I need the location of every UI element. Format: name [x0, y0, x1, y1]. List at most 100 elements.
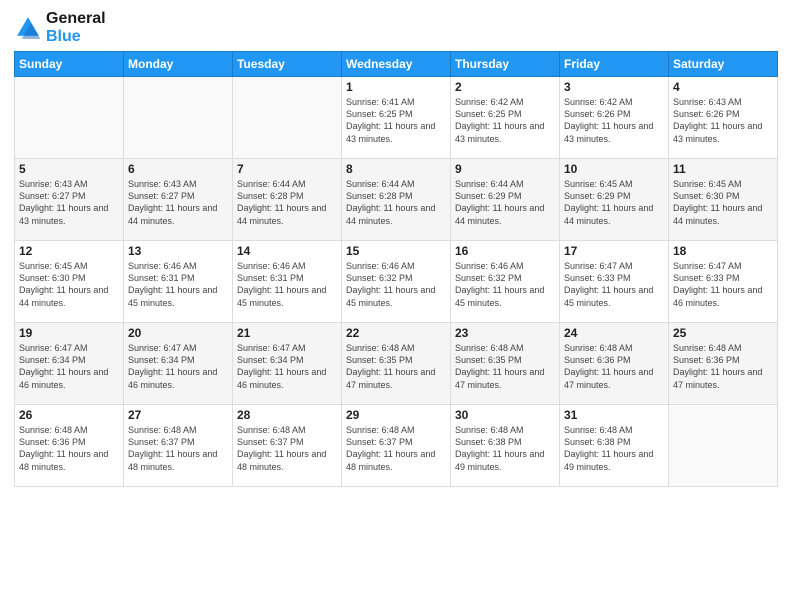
- weekday-header-sunday: Sunday: [15, 52, 124, 77]
- calendar-cell: 23 Sunrise: 6:48 AM Sunset: 6:35 PM Dayli…: [451, 323, 560, 405]
- calendar-cell: 21 Sunrise: 6:47 AM Sunset: 6:34 PM Dayli…: [233, 323, 342, 405]
- day-info: Sunrise: 6:48 AM Sunset: 6:37 PM Dayligh…: [237, 424, 337, 473]
- calendar-cell: 14 Sunrise: 6:46 AM Sunset: 6:31 PM Dayli…: [233, 241, 342, 323]
- calendar-cell: 31 Sunrise: 6:48 AM Sunset: 6:38 PM Dayli…: [560, 405, 669, 487]
- day-number: 12: [19, 244, 119, 258]
- calendar-cell: 10 Sunrise: 6:45 AM Sunset: 6:29 PM Dayli…: [560, 159, 669, 241]
- day-info: Sunrise: 6:48 AM Sunset: 6:36 PM Dayligh…: [19, 424, 119, 473]
- day-info: Sunrise: 6:48 AM Sunset: 6:36 PM Dayligh…: [673, 342, 773, 391]
- day-number: 16: [455, 244, 555, 258]
- calendar-cell: 20 Sunrise: 6:47 AM Sunset: 6:34 PM Dayli…: [124, 323, 233, 405]
- logo-text: General Blue: [46, 10, 106, 45]
- calendar-cell: 25 Sunrise: 6:48 AM Sunset: 6:36 PM Dayli…: [669, 323, 778, 405]
- weekday-header-friday: Friday: [560, 52, 669, 77]
- day-number: 28: [237, 408, 337, 422]
- day-info: Sunrise: 6:47 AM Sunset: 6:34 PM Dayligh…: [237, 342, 337, 391]
- day-number: 10: [564, 162, 664, 176]
- day-number: 30: [455, 408, 555, 422]
- day-number: 9: [455, 162, 555, 176]
- calendar-cell: 22 Sunrise: 6:48 AM Sunset: 6:35 PM Dayli…: [342, 323, 451, 405]
- calendar-cell: 29 Sunrise: 6:48 AM Sunset: 6:37 PM Dayli…: [342, 405, 451, 487]
- day-number: 26: [19, 408, 119, 422]
- day-info: Sunrise: 6:45 AM Sunset: 6:30 PM Dayligh…: [673, 178, 773, 227]
- day-info: Sunrise: 6:47 AM Sunset: 6:33 PM Dayligh…: [564, 260, 664, 309]
- calendar-cell: 27 Sunrise: 6:48 AM Sunset: 6:37 PM Dayli…: [124, 405, 233, 487]
- page: General Blue SundayMondayTuesdayWednesda…: [0, 0, 792, 612]
- calendar-cell: 5Sunrise: 6:43 AM Sunset: 6:27 PM Daylig…: [15, 159, 124, 241]
- logo: General Blue: [14, 10, 106, 45]
- day-info: Sunrise: 6:46 AM Sunset: 6:31 PM Dayligh…: [128, 260, 228, 309]
- day-info: Sunrise: 6:48 AM Sunset: 6:36 PM Dayligh…: [564, 342, 664, 391]
- calendar-cell: 8 Sunrise: 6:44 AM Sunset: 6:28 PM Daylig…: [342, 159, 451, 241]
- calendar-cell: 2Sunrise: 6:42 AM Sunset: 6:25 PM Daylig…: [451, 77, 560, 159]
- calendar: SundayMondayTuesdayWednesdayThursdayFrid…: [14, 51, 778, 487]
- day-number: 14: [237, 244, 337, 258]
- day-info: Sunrise: 6:42 AM Sunset: 6:25 PM Dayligh…: [455, 96, 555, 145]
- day-number: 18: [673, 244, 773, 258]
- calendar-cell: 24 Sunrise: 6:48 AM Sunset: 6:36 PM Dayli…: [560, 323, 669, 405]
- day-info: Sunrise: 6:42 AM Sunset: 6:26 PM Dayligh…: [564, 96, 664, 145]
- logo-icon: [14, 14, 42, 42]
- weekday-header-tuesday: Tuesday: [233, 52, 342, 77]
- calendar-cell: 3 Sunrise: 6:42 AM Sunset: 6:26 PM Daylig…: [560, 77, 669, 159]
- day-number: 17: [564, 244, 664, 258]
- calendar-cell: 16 Sunrise: 6:46 AM Sunset: 6:32 PM Dayli…: [451, 241, 560, 323]
- day-number: 22: [346, 326, 446, 340]
- calendar-cell: [15, 77, 124, 159]
- day-info: Sunrise: 6:46 AM Sunset: 6:32 PM Dayligh…: [346, 260, 446, 309]
- day-info: Sunrise: 6:43 AM Sunset: 6:26 PM Dayligh…: [673, 96, 773, 145]
- day-number: 29: [346, 408, 446, 422]
- day-info: Sunrise: 6:46 AM Sunset: 6:32 PM Dayligh…: [455, 260, 555, 309]
- calendar-cell: 17 Sunrise: 6:47 AM Sunset: 6:33 PM Dayli…: [560, 241, 669, 323]
- calendar-cell: [669, 405, 778, 487]
- calendar-cell: 9 Sunrise: 6:44 AM Sunset: 6:29 PM Daylig…: [451, 159, 560, 241]
- day-number: 6: [128, 162, 228, 176]
- day-info: Sunrise: 6:48 AM Sunset: 6:35 PM Dayligh…: [346, 342, 446, 391]
- calendar-cell: 11 Sunrise: 6:45 AM Sunset: 6:30 PM Dayli…: [669, 159, 778, 241]
- day-number: 3: [564, 80, 664, 94]
- day-info: Sunrise: 6:48 AM Sunset: 6:37 PM Dayligh…: [128, 424, 228, 473]
- day-number: 23: [455, 326, 555, 340]
- calendar-cell: 30 Sunrise: 6:48 AM Sunset: 6:38 PM Dayli…: [451, 405, 560, 487]
- day-info: Sunrise: 6:44 AM Sunset: 6:28 PM Dayligh…: [237, 178, 337, 227]
- calendar-cell: [124, 77, 233, 159]
- day-number: 5: [19, 162, 119, 176]
- day-info: Sunrise: 6:46 AM Sunset: 6:31 PM Dayligh…: [237, 260, 337, 309]
- calendar-cell: 6 Sunrise: 6:43 AM Sunset: 6:27 PM Daylig…: [124, 159, 233, 241]
- calendar-cell: 1 Sunrise: 6:41 AM Sunset: 6:25 PM Daylig…: [342, 77, 451, 159]
- day-number: 11: [673, 162, 773, 176]
- calendar-cell: 4 Sunrise: 6:43 AM Sunset: 6:26 PM Daylig…: [669, 77, 778, 159]
- header: General Blue: [14, 10, 778, 45]
- day-info: Sunrise: 6:48 AM Sunset: 6:38 PM Dayligh…: [564, 424, 664, 473]
- day-info: Sunrise: 6:48 AM Sunset: 6:38 PM Dayligh…: [455, 424, 555, 473]
- day-number: 8: [346, 162, 446, 176]
- day-number: 21: [237, 326, 337, 340]
- calendar-cell: 26 Sunrise: 6:48 AM Sunset: 6:36 PM Dayli…: [15, 405, 124, 487]
- day-number: 15: [346, 244, 446, 258]
- calendar-cell: 18Sunrise: 6:47 AM Sunset: 6:33 PM Dayli…: [669, 241, 778, 323]
- day-info: Sunrise: 6:45 AM Sunset: 6:30 PM Dayligh…: [19, 260, 119, 309]
- day-number: 31: [564, 408, 664, 422]
- day-number: 1: [346, 80, 446, 94]
- day-info: Sunrise: 6:44 AM Sunset: 6:29 PM Dayligh…: [455, 178, 555, 227]
- day-number: 24: [564, 326, 664, 340]
- day-number: 27: [128, 408, 228, 422]
- calendar-cell: 13 Sunrise: 6:46 AM Sunset: 6:31 PM Dayli…: [124, 241, 233, 323]
- day-info: Sunrise: 6:47 AM Sunset: 6:34 PM Dayligh…: [128, 342, 228, 391]
- day-number: 13: [128, 244, 228, 258]
- weekday-header-saturday: Saturday: [669, 52, 778, 77]
- day-info: Sunrise: 6:43 AM Sunset: 6:27 PM Dayligh…: [128, 178, 228, 227]
- day-info: Sunrise: 6:45 AM Sunset: 6:29 PM Dayligh…: [564, 178, 664, 227]
- day-info: Sunrise: 6:44 AM Sunset: 6:28 PM Dayligh…: [346, 178, 446, 227]
- day-number: 20: [128, 326, 228, 340]
- calendar-cell: 19Sunrise: 6:47 AM Sunset: 6:34 PM Dayli…: [15, 323, 124, 405]
- calendar-cell: 12 Sunrise: 6:45 AM Sunset: 6:30 PM Dayli…: [15, 241, 124, 323]
- day-number: 19: [19, 326, 119, 340]
- day-info: Sunrise: 6:48 AM Sunset: 6:37 PM Dayligh…: [346, 424, 446, 473]
- day-number: 4: [673, 80, 773, 94]
- calendar-cell: [233, 77, 342, 159]
- day-info: Sunrise: 6:41 AM Sunset: 6:25 PM Dayligh…: [346, 96, 446, 145]
- day-number: 25: [673, 326, 773, 340]
- day-info: Sunrise: 6:48 AM Sunset: 6:35 PM Dayligh…: [455, 342, 555, 391]
- calendar-cell: 15 Sunrise: 6:46 AM Sunset: 6:32 PM Dayli…: [342, 241, 451, 323]
